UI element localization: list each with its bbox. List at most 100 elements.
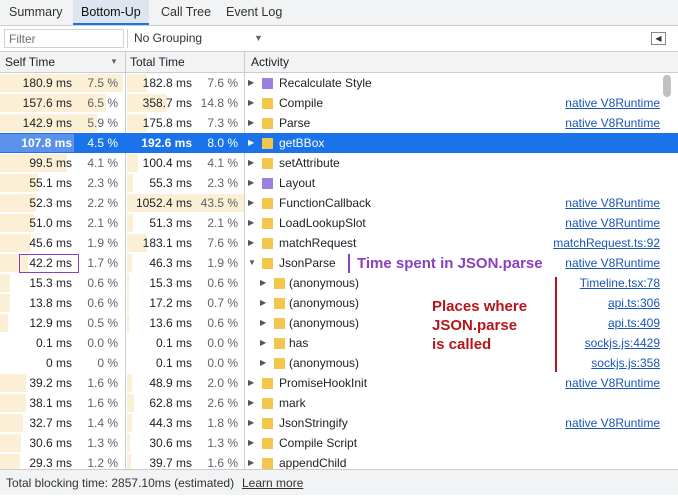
table-row[interactable]: 142.9 ms 5.9 % 175.8 ms 7.3 % ▶ Parse native V… — [0, 113, 678, 133]
tab-bottom-up[interactable]: Bottom-Up — [73, 0, 149, 25]
table-row[interactable]: 15.3 ms 0.6 % 15.3 ms 0.6 % ▶ (anonymous) Time… — [0, 273, 678, 293]
filter-input[interactable] — [4, 29, 124, 48]
collapsed-triangle-icon[interactable]: ▶ — [248, 153, 254, 173]
table-row[interactable]: 180.9 ms 7.5 % 182.8 ms 7.6 % ▶ Recalculate S… — [0, 73, 678, 93]
self-time-header[interactable]: Self Time ▼ — [0, 52, 125, 72]
self-time-value: 180.9 ms — [22, 76, 72, 90]
collapsed-triangle-icon[interactable]: ▶ — [248, 173, 254, 193]
self-time-bar — [0, 314, 9, 332]
activity-name: Compile — [279, 96, 324, 110]
self-time-value: 32.7 ms — [29, 416, 72, 430]
collapsed-triangle-icon[interactable]: ▶ — [248, 213, 254, 233]
table-row[interactable]: 55.1 ms 2.3 % 55.3 ms 2.3 % ▶ Layout — [0, 173, 678, 193]
activity-name: has — [289, 336, 309, 350]
self-time-percent: 7.5 % — [87, 76, 118, 90]
self-time-bar — [0, 434, 22, 452]
collapsed-triangle-icon[interactable]: ▶ — [248, 73, 254, 93]
table-row[interactable]: 13.8 ms 0.6 % 17.2 ms 0.7 % ▶ (anonymous) api.… — [0, 293, 678, 313]
table-row[interactable]: 29.3 ms 1.2 % 39.7 ms 1.6 % ▶ appendChild — [0, 453, 678, 469]
table-row[interactable]: 39.2 ms 1.6 % 48.9 ms 2.0 % ▶ PromiseHookInit… — [0, 373, 678, 393]
self-time-value: 107.8 ms — [21, 136, 72, 150]
source-link[interactable]: api.ts:306 — [608, 293, 660, 313]
total-time-value: 51.3 ms — [149, 216, 192, 230]
category-color-swatch — [274, 278, 285, 289]
source-link[interactable]: native V8Runtime — [565, 213, 660, 233]
collapsed-triangle-icon[interactable]: ▶ — [260, 293, 266, 313]
total-time-value: 46.3 ms — [149, 256, 192, 270]
table-row[interactable]: 0 ms 0 % 0.1 ms 0.0 % ▶ (anonymous) sockjs.js:… — [0, 353, 678, 373]
total-time-value: 0.1 ms — [155, 356, 192, 370]
source-link[interactable]: native V8Runtime — [565, 113, 660, 133]
total-time-percent: 0.6 % — [207, 276, 238, 290]
total-time-value: 17.2 ms — [149, 296, 192, 310]
collapsed-triangle-icon[interactable]: ▶ — [248, 93, 254, 113]
source-link[interactable]: sockjs.js:358 — [591, 353, 660, 373]
tab-call-tree[interactable]: Call Tree — [161, 0, 211, 25]
collapsed-triangle-icon[interactable]: ▶ — [260, 313, 266, 333]
collapsed-triangle-icon[interactable]: ▶ — [248, 133, 254, 153]
scrollbar[interactable] — [663, 75, 672, 460]
total-time-value: 0.1 ms — [155, 336, 192, 350]
collapsed-triangle-icon[interactable]: ▶ — [260, 353, 266, 373]
collapsed-triangle-icon[interactable]: ▶ — [248, 193, 254, 213]
source-link[interactable]: native V8Runtime — [565, 373, 660, 393]
self-time-bar — [0, 294, 10, 312]
learn-more-link[interactable]: Learn more — [242, 470, 303, 496]
table-row[interactable]: 32.7 ms 1.4 % 44.3 ms 1.8 % ▶ JsonStringify na… — [0, 413, 678, 433]
category-color-swatch — [262, 458, 273, 469]
activity-name: (anonymous) — [289, 356, 360, 370]
table-row[interactable]: 30.6 ms 1.3 % 30.6 ms 1.3 % ▶ Compile Script — [0, 433, 678, 453]
table-row[interactable]: 51.0 ms 2.1 % 51.3 ms 2.1 % ▶ LoadLookupSlot n… — [0, 213, 678, 233]
self-time-percent: 6.5 % — [87, 96, 118, 110]
collapsed-triangle-icon[interactable]: ▶ — [248, 433, 254, 453]
source-link[interactable]: native V8Runtime — [565, 253, 660, 273]
source-link[interactable]: sockjs.js:4429 — [585, 333, 660, 353]
total-time-bar — [127, 294, 129, 312]
category-color-swatch — [274, 318, 285, 329]
collapsed-triangle-icon[interactable]: ▶ — [248, 413, 254, 433]
table-row[interactable]: 99.5 ms 4.1 % 100.4 ms 4.1 % ▶ setAttribute — [0, 153, 678, 173]
table-row[interactable]: 52.3 ms 2.2 % 1052.4 ms 43.5 % ▶ FunctionCall… — [0, 193, 678, 213]
chevron-down-icon[interactable]: ▼ — [254, 26, 263, 51]
category-color-swatch — [262, 138, 273, 149]
source-link[interactable]: Timeline.tsx:78 — [580, 273, 660, 293]
collapsed-triangle-icon[interactable]: ▶ — [260, 333, 266, 353]
collapsed-triangle-icon[interactable]: ▶ — [248, 113, 254, 133]
source-link[interactable]: native V8Runtime — [565, 413, 660, 433]
collapsed-triangle-icon[interactable]: ▶ — [248, 393, 254, 413]
collapsed-triangle-icon[interactable]: ▶ — [260, 273, 266, 293]
total-time-value: 44.3 ms — [149, 416, 192, 430]
grouping-select[interactable]: No Grouping — [134, 26, 202, 51]
activity-header[interactable]: Activity — [246, 52, 666, 72]
self-time-percent: 0.5 % — [87, 316, 118, 330]
total-time-bar — [127, 454, 132, 469]
source-link[interactable]: native V8Runtime — [565, 93, 660, 113]
toggle-sidebar-icon[interactable]: ◀ — [651, 32, 666, 45]
table-row[interactable]: 12.9 ms 0.5 % 13.6 ms 0.6 % ▶ (anonymous) api.… — [0, 313, 678, 333]
source-link[interactable]: matchRequest.ts:92 — [553, 233, 660, 253]
collapsed-triangle-icon[interactable]: ▶ — [248, 233, 254, 253]
category-color-swatch — [274, 358, 285, 369]
scrollbar-thumb[interactable] — [663, 75, 671, 97]
source-link[interactable]: native V8Runtime — [565, 193, 660, 213]
table-row[interactable]: 38.1 ms 1.6 % 62.8 ms 2.6 % ▶ mark — [0, 393, 678, 413]
category-color-swatch — [274, 298, 285, 309]
self-time-value: 39.2 ms — [29, 376, 72, 390]
table-row[interactable]: 157.6 ms 6.5 % 358.7 ms 14.8 % ▶ Compile nativ… — [0, 93, 678, 113]
table-row[interactable]: 107.8 ms 4.5 % 192.6 ms 8.0 % ▶ getBBox — [0, 133, 678, 153]
category-color-swatch — [274, 338, 285, 349]
table-row[interactable]: 0.1 ms 0.0 % 0.1 ms 0.0 % ▶ has sockjs.js:4429 — [0, 333, 678, 353]
expanded-triangle-icon[interactable]: ▼ — [248, 253, 256, 273]
tab-event-log[interactable]: Event Log — [226, 0, 282, 25]
total-time-bar — [127, 394, 134, 412]
table-row[interactable]: 45.6 ms 1.9 % 183.1 ms 7.6 % ▶ matchRequest ma… — [0, 233, 678, 253]
total-time-percent: 4.1 % — [207, 156, 238, 170]
total-time-header[interactable]: Total Time — [125, 52, 245, 72]
self-time-value: 30.6 ms — [29, 436, 72, 450]
total-time-percent: 1.3 % — [207, 436, 238, 450]
tab-summary[interactable]: Summary — [9, 0, 62, 25]
table-row[interactable]: 42.2 ms 1.7 % 46.3 ms 1.9 % ▼ JsonParse native… — [0, 253, 678, 273]
collapsed-triangle-icon[interactable]: ▶ — [248, 453, 254, 469]
source-link[interactable]: api.ts:409 — [608, 313, 660, 333]
collapsed-triangle-icon[interactable]: ▶ — [248, 373, 254, 393]
